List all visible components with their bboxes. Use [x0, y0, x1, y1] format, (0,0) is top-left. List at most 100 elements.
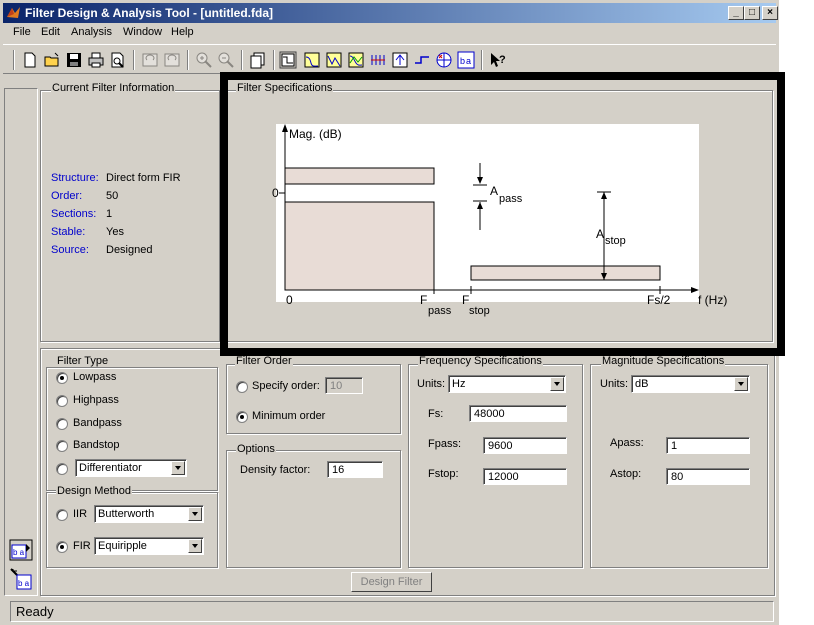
stable-value: Yes [106, 226, 124, 238]
magnitude-specifications-group [590, 364, 768, 568]
chevron-down-icon[interactable] [171, 461, 185, 475]
menu-help[interactable]: Help [171, 26, 194, 38]
design-filter-button[interactable]: Design Filter [351, 572, 432, 592]
minimize-button[interactable]: _ [728, 6, 744, 20]
open-icon[interactable] [43, 51, 61, 69]
svg-text:?: ? [499, 54, 506, 66]
new-figure-icon[interactable] [249, 51, 267, 69]
iir-label[interactable]: IIR [73, 508, 87, 520]
chevron-down-icon[interactable] [550, 377, 564, 391]
freq-units-dropdown[interactable]: Hz [448, 375, 566, 393]
zoom-in-icon[interactable] [195, 51, 213, 69]
magnitude-specifications-title: Magnitude Specifications [601, 355, 726, 367]
density-factor-label: Density factor: [240, 464, 311, 476]
coefficients-icon[interactable]: ba [457, 51, 475, 69]
mag-units-label: Units: [600, 378, 629, 390]
zoom-out-icon[interactable] [217, 51, 235, 69]
freq-units-label: Units: [417, 378, 446, 390]
toolbar-separator [241, 50, 243, 70]
iir-method-dropdown[interactable]: Butterworth [94, 505, 204, 523]
print-preview-icon[interactable] [109, 51, 127, 69]
fir-radio[interactable] [56, 541, 68, 553]
order-value: 50 [106, 190, 119, 202]
specify-order-label[interactable]: Specify order: [252, 380, 320, 392]
structure-label: Structure: [51, 172, 99, 184]
new-icon[interactable] [21, 51, 39, 69]
close-button[interactable]: × [762, 6, 778, 20]
group-delay-icon[interactable] [369, 51, 387, 69]
fpass-input[interactable] [483, 437, 567, 454]
save-icon[interactable] [65, 51, 83, 69]
differentiator-radio[interactable] [56, 463, 68, 475]
lowpass-label[interactable]: Lowpass [73, 371, 116, 383]
mag-units-value: dB [635, 378, 649, 390]
title-bar: Filter Design & Analysis Tool - [untitle… [3, 3, 778, 23]
filter-specs-icon[interactable] [279, 51, 297, 69]
freq-units-value: Hz [452, 378, 466, 390]
bandstop-radio[interactable] [56, 440, 68, 452]
matlab-app-icon [7, 7, 20, 18]
iir-method-value: Butterworth [98, 508, 155, 520]
fir-method-dropdown[interactable]: Equiripple [94, 537, 204, 555]
minimum-order-label[interactable]: Minimum order [252, 410, 325, 422]
fs-input[interactable] [469, 405, 567, 422]
magnitude-icon[interactable] [303, 51, 321, 69]
astop-label: Astop: [610, 468, 642, 480]
toolbar-separator [187, 50, 189, 70]
astop-input[interactable] [666, 468, 750, 485]
bandpass-radio[interactable] [56, 418, 68, 430]
maximize-button[interactable]: □ [744, 6, 760, 20]
iir-radio[interactable] [56, 509, 68, 521]
chevron-down-icon[interactable] [188, 507, 202, 521]
status-bar: Ready [10, 601, 774, 622]
order-label: Order: [51, 190, 83, 202]
apass-input[interactable] [666, 437, 750, 454]
lowpass-radio[interactable] [56, 372, 68, 384]
phase-icon[interactable] [325, 51, 343, 69]
step-icon[interactable] [413, 51, 431, 69]
source-label: Source: [51, 244, 89, 256]
toolbar-separator [481, 50, 483, 70]
specify-order-input[interactable] [325, 377, 363, 394]
status-text: Ready [16, 604, 54, 619]
left-sidebar: b a b a [4, 88, 38, 596]
minimum-order-radio[interactable] [236, 411, 248, 423]
chevron-down-icon[interactable] [734, 377, 748, 391]
sections-label: Sections: [51, 208, 97, 220]
import-filter-icon[interactable]: b a [9, 567, 33, 591]
pole-zero-icon[interactable] [435, 51, 453, 69]
svg-text:b a: b a [13, 548, 25, 557]
stable-label: Stable: [51, 226, 86, 238]
mag-units-dropdown[interactable]: dB [631, 375, 750, 393]
filter-order-group [226, 364, 401, 434]
fstop-input[interactable] [483, 468, 567, 485]
bandstop-label[interactable]: Bandstop [73, 439, 119, 451]
menu-analysis[interactable]: Analysis [71, 26, 112, 38]
chevron-down-icon[interactable] [188, 539, 202, 553]
differentiator-dropdown[interactable]: Differentiator [75, 459, 187, 477]
whats-this-icon[interactable]: ? [489, 51, 507, 69]
bandpass-label[interactable]: Bandpass [73, 417, 122, 429]
toolbar-separator [133, 50, 135, 70]
design-panel-icon[interactable]: b a [9, 539, 33, 561]
fir-label[interactable]: FIR [73, 540, 91, 552]
fir-method-value: Equiripple [98, 540, 147, 552]
menu-edit[interactable]: Edit [41, 26, 60, 38]
menu-file[interactable]: File [13, 26, 31, 38]
redo-icon[interactable] [163, 51, 181, 69]
current-filter-info-title: Current Filter Information [51, 82, 176, 94]
undo-icon[interactable] [141, 51, 159, 69]
impulse-icon[interactable] [391, 51, 409, 69]
highpass-label[interactable]: Highpass [73, 394, 119, 406]
density-factor-input[interactable] [327, 461, 383, 478]
svg-text:b a: b a [18, 579, 30, 588]
print-icon[interactable] [87, 51, 105, 69]
fpass-label: Fpass: [428, 438, 462, 450]
specify-order-radio[interactable] [236, 381, 248, 393]
fs-label: Fs: [428, 408, 444, 420]
highpass-radio[interactable] [56, 395, 68, 407]
menu-window[interactable]: Window [123, 26, 162, 38]
filter-order-title: Filter Order [235, 355, 293, 367]
mag-phase-icon[interactable] [347, 51, 365, 69]
filter-type-title: Filter Type [56, 355, 110, 367]
